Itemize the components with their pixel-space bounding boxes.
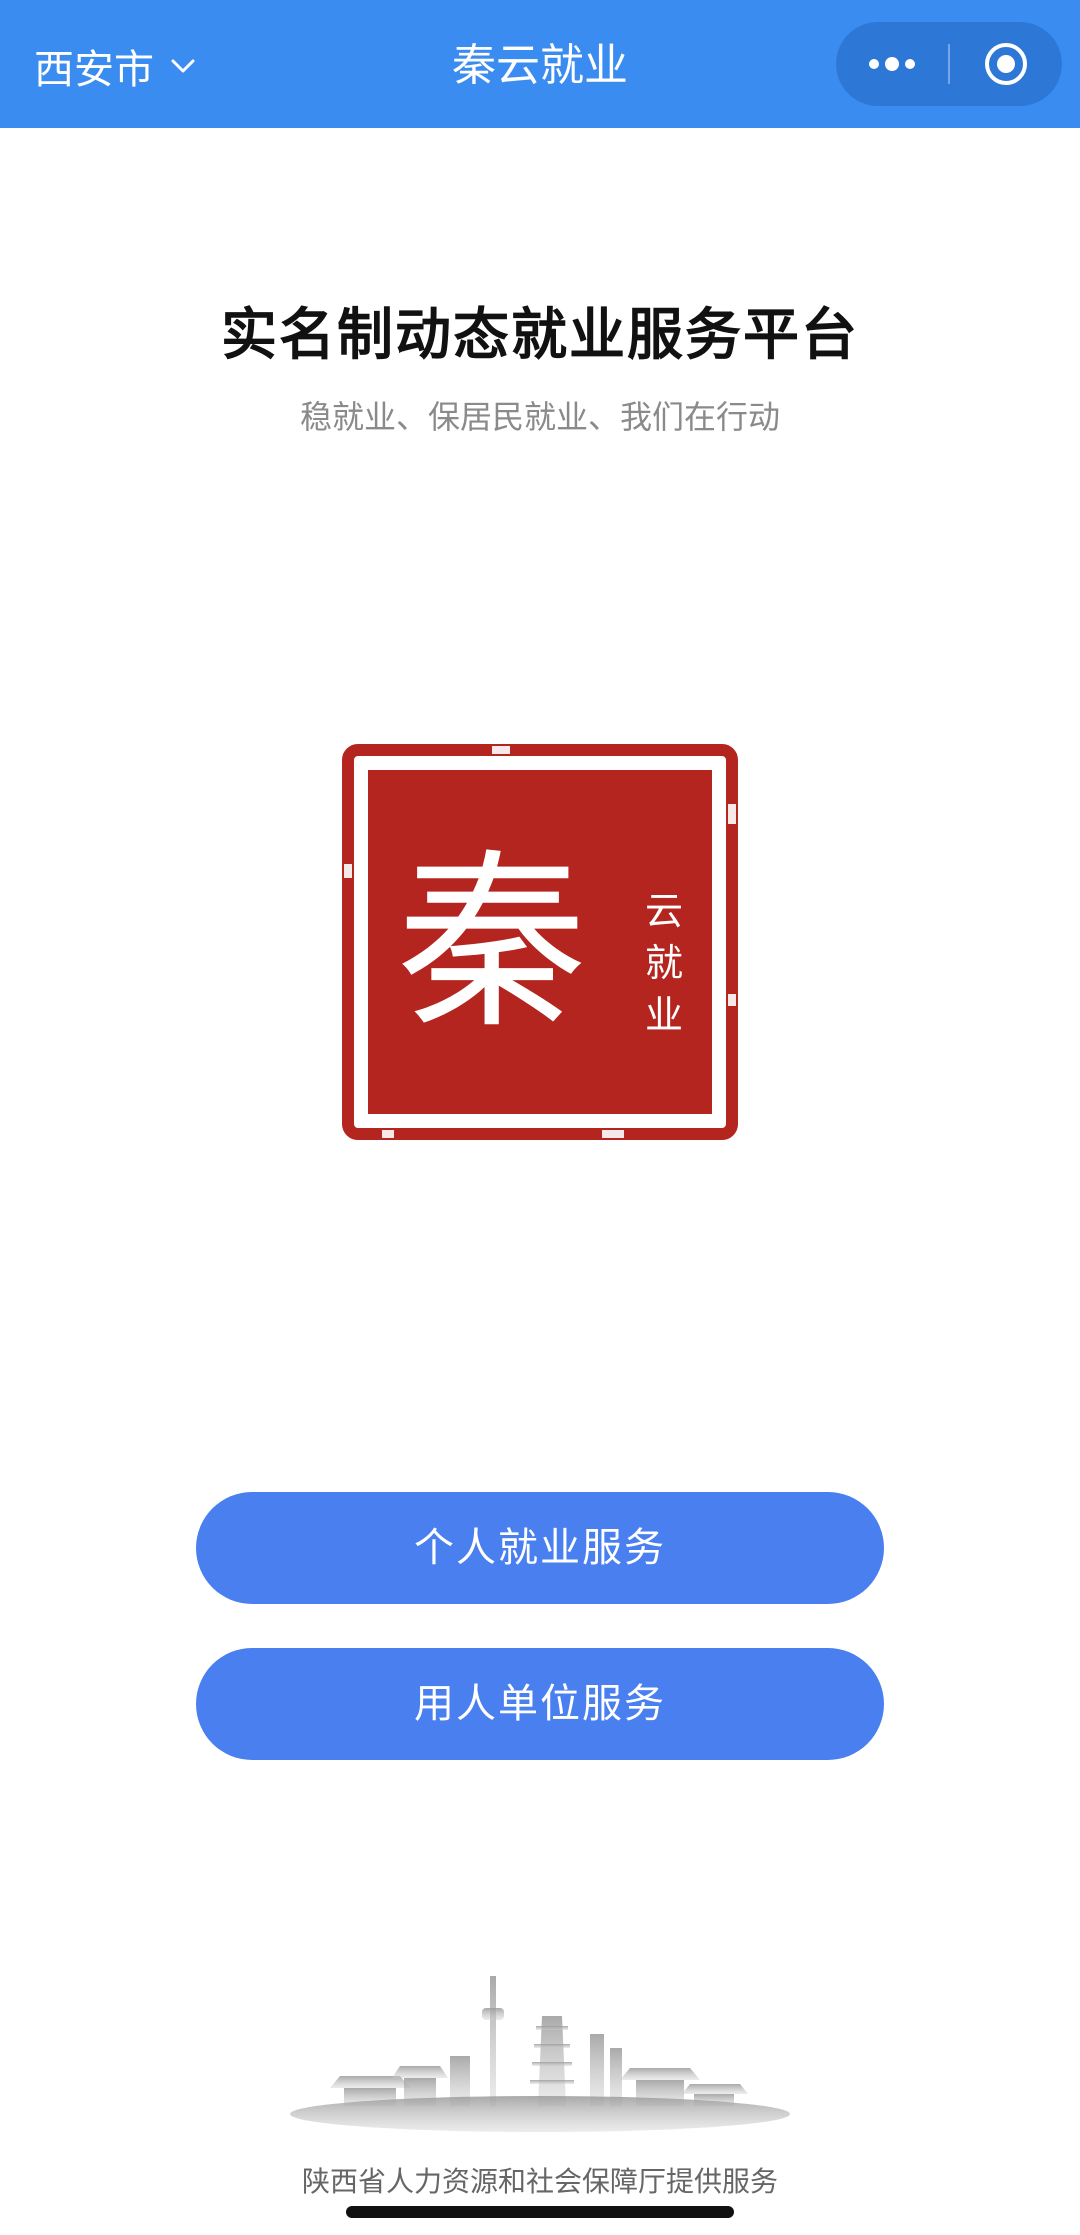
city-selector[interactable]: 西安市 bbox=[34, 36, 198, 96]
platform-slogan: 稳就业、保居民就业、我们在行动 bbox=[299, 398, 780, 436]
xian-skyline-illustration bbox=[290, 1976, 790, 2132]
mini-program-capsule bbox=[836, 22, 1062, 106]
service-provider-footer: 陕西省人力资源和社会保障厅提供服务 bbox=[301, 2165, 778, 2198]
seal-side-char-3: 业 bbox=[645, 993, 683, 1037]
app-page: 西安市 秦云就业 实名制动态就业服务平台 稳就业、保居民就业、我们在行动 秦 云… bbox=[0, 0, 1080, 2235]
home-indicator[interactable] bbox=[346, 2206, 734, 2218]
close-mini-program-button[interactable] bbox=[950, 22, 1062, 106]
personal-employment-button[interactable]: 个人就业服务 bbox=[196, 1492, 884, 1604]
city-label: 西安市 bbox=[34, 47, 154, 93]
seal-main-character: 秦 bbox=[397, 833, 587, 1054]
seal-side-char-1: 云 bbox=[645, 889, 683, 933]
seal-side-char-2: 就 bbox=[645, 941, 683, 985]
employer-service-button[interactable]: 用人单位服务 bbox=[196, 1648, 884, 1760]
top-navigation-bar: 西安市 秦云就业 bbox=[0, 0, 1080, 128]
platform-title: 实名制动态就业服务平台 bbox=[221, 303, 859, 368]
more-button[interactable] bbox=[836, 22, 948, 106]
qinyun-seal-logo: 秦 云 就 业 bbox=[342, 744, 738, 1140]
target-circle-icon bbox=[985, 43, 1027, 85]
more-dots-icon bbox=[869, 57, 915, 71]
chevron-down-icon bbox=[171, 59, 195, 73]
